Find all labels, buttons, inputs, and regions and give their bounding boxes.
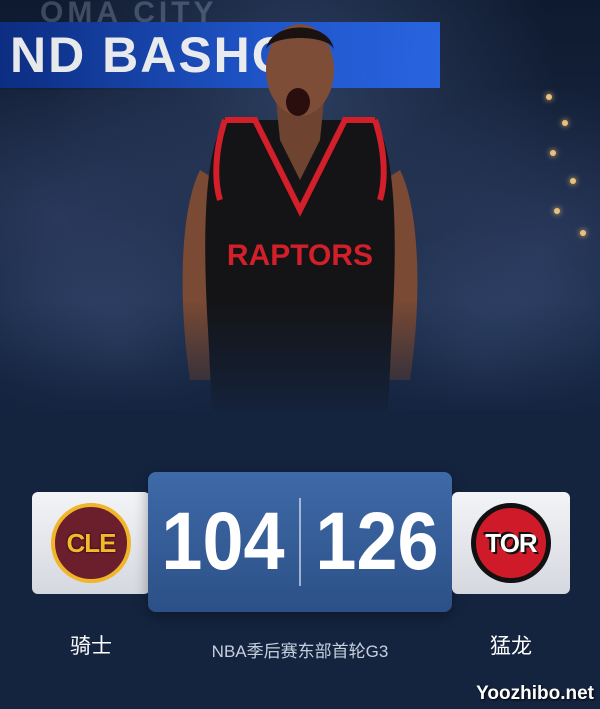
scoreboard: 104 126 [148,472,452,612]
away-score: 126 [315,496,439,587]
cle-logo-icon: CLE [51,503,131,583]
hero-photo: OMA CITY ND BASHO RAPTORS [0,0,600,430]
event-label: NBA季后赛东部首轮G3 [211,642,389,661]
score-divider [299,498,301,586]
away-team-card[interactable]: TOR [452,492,570,594]
home-team-name: 骑士 [70,635,112,658]
home-score: 104 [161,496,285,587]
site-watermark: Yoozhibo.net [476,683,594,704]
hero-fade [0,300,600,430]
home-team-card[interactable]: CLE [32,492,150,594]
tor-logo-icon: TOR [471,503,551,583]
jersey-text: RAPTORS [227,239,373,272]
away-team-name: 猛龙 [490,635,532,658]
arena-lights [540,90,600,250]
